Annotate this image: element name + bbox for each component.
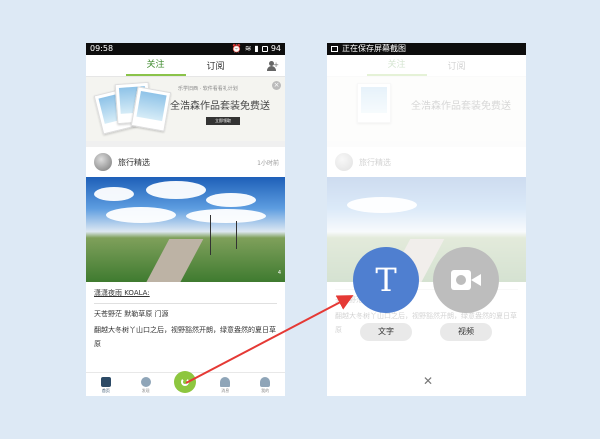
nav-discover[interactable]: 发现	[131, 377, 161, 394]
text-compose-button[interactable]: T	[353, 247, 419, 313]
status-bar: 正在保存屏幕截图	[327, 43, 526, 55]
nav-messages[interactable]: 消息	[210, 377, 240, 394]
article-author[interactable]: 潇潇夜雨 KOALA:	[94, 286, 277, 300]
bell-icon	[220, 377, 231, 387]
battery-icon	[261, 46, 268, 52]
nav-home[interactable]: 首页	[91, 377, 121, 394]
banner-headline: 全浩森作品套装免费送	[170, 101, 270, 112]
battery-level: 94	[270, 44, 281, 53]
post-header[interactable]: 旅行精选 1小时前	[86, 147, 285, 177]
signal-icon: ▮	[254, 44, 259, 53]
create-post-button[interactable]	[174, 371, 197, 393]
nav-label: 我的	[261, 388, 270, 393]
promo-banner[interactable]: 乐学旧西 · 软件看看礼计划 全浩森作品套装免费送 立即领取 ×	[86, 77, 285, 147]
create-icon	[181, 378, 190, 386]
post-time: 1小时前	[257, 159, 279, 167]
top-tabs: 关注 订阅 +	[86, 55, 285, 77]
article-headline: 天苍野茫 默勒草原 门源	[94, 303, 277, 321]
left-phone-screen: 09:58 ⏰ ≋ ▮ 94 关注 订阅 + 乐学旧西 · 软件看看礼计划 全浩…	[86, 43, 285, 396]
overlay-dim[interactable]	[327, 55, 526, 396]
video-compose-button[interactable]	[433, 247, 499, 313]
bottom-nav: 首页 发现 消息 我的	[86, 371, 285, 396]
close-icon[interactable]: ×	[272, 81, 281, 90]
banner-claim-button[interactable]: 立即领取	[206, 117, 240, 125]
planet-icon	[140, 377, 151, 387]
account-name[interactable]: 旅行精选	[118, 157, 150, 168]
close-icon[interactable]: ✕	[423, 374, 433, 388]
nav-profile[interactable]: 我的	[250, 377, 280, 394]
avatar[interactable]	[94, 153, 112, 171]
video-compose-label[interactable]: 视频	[440, 323, 492, 341]
nav-label: 消息	[221, 388, 230, 393]
compose-video-action[interactable]: 视频	[433, 247, 499, 341]
screenshot-icon	[331, 46, 338, 52]
home-icon	[100, 377, 111, 387]
status-bar: 09:58 ⏰ ≋ ▮ 94	[86, 43, 285, 55]
status-time: 09:58	[90, 44, 114, 53]
right-phone-screen: 正在保存屏幕截图 关注 订阅 全浩森作品套装免费送 旅行精选 天苍野茫 默勒草原…	[327, 43, 526, 396]
post-photo[interactable]: 4	[86, 177, 285, 282]
nav-label: 首页	[101, 388, 110, 393]
article-body: 翻越大冬树丫山口之后，视野豁然开朗，绿意盎然的夏日草原	[94, 326, 276, 348]
photo-count-badge: 4	[277, 270, 281, 276]
video-camera-icon	[451, 270, 481, 290]
compose-text-action[interactable]: T 文字	[353, 247, 419, 341]
banner-subtitle: 乐学旧西 · 软件看看礼计划	[178, 86, 238, 92]
photo-card-icon	[130, 86, 172, 132]
text-compose-label[interactable]: 文字	[360, 323, 412, 341]
saving-screenshot-text: 正在保存屏幕截图	[342, 44, 406, 53]
add-friend-icon[interactable]: +	[267, 61, 279, 71]
nav-create[interactable]	[170, 371, 200, 394]
tab-subscribe[interactable]: 订阅	[186, 59, 246, 76]
wifi-icon: ≋	[244, 44, 252, 53]
tab-follow[interactable]: 关注	[125, 57, 186, 76]
person-icon	[260, 377, 271, 387]
nav-label: 发现	[141, 388, 150, 393]
post-article[interactable]: 潇潇夜雨 KOALA: 天苍野茫 默勒草原 门源 翻越大冬树丫山口之后，视野豁然…	[86, 282, 285, 355]
alarm-icon: ⏰	[231, 44, 242, 53]
